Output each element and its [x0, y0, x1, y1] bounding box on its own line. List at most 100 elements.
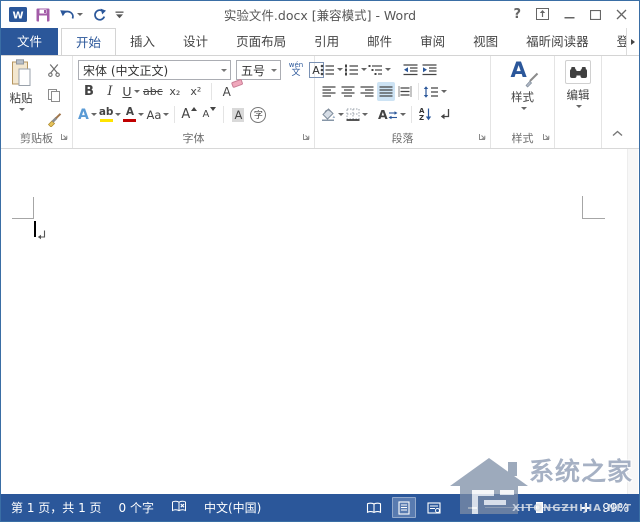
italic-button[interactable]: I — [101, 82, 119, 101]
undo-dropdown-arrow[interactable] — [77, 13, 83, 16]
bullets-button[interactable] — [320, 60, 343, 79]
character-shading-button[interactable]: A — [229, 105, 247, 124]
sort-z-label: Z — [419, 115, 424, 122]
distribute-button[interactable] — [396, 82, 414, 101]
decrease-indent-button[interactable] — [401, 60, 419, 79]
page-indicator[interactable]: 第 1 页，共 1 页 — [11, 499, 102, 516]
text-effects-button[interactable]: A — [78, 105, 97, 124]
change-case-label: Aa — [146, 108, 161, 122]
shading-button[interactable] — [320, 105, 344, 124]
bold-button[interactable]: B — [80, 82, 98, 101]
enclose-characters-button[interactable]: 字 — [249, 105, 267, 124]
print-layout-icon[interactable] — [392, 497, 416, 518]
zoom-out-icon[interactable] — [468, 507, 477, 509]
vertical-scrollbar[interactable] — [627, 149, 638, 494]
statusbar-right: 99% — [356, 497, 629, 518]
word-count[interactable]: 0 个字 — [119, 499, 154, 516]
read-mode-icon[interactable] — [362, 497, 386, 518]
cut-icon[interactable] — [45, 60, 63, 79]
line-spacing-button[interactable] — [423, 82, 447, 101]
clear-formatting-button[interactable]: A — [218, 82, 236, 101]
superscript-button[interactable]: x² — [187, 82, 205, 101]
customize-qat-icon[interactable] — [115, 11, 124, 19]
highlight-button[interactable]: ab — [99, 105, 122, 124]
font-size-combo[interactable]: 五号 — [236, 60, 281, 80]
paste-label: 粘贴 — [10, 90, 33, 106]
shrink-font-label: A — [202, 109, 209, 120]
copy-icon[interactable] — [45, 85, 63, 104]
pinyin-bottom-label: 文 — [291, 69, 300, 78]
asian-layout-button[interactable]: A — [378, 105, 406, 124]
phonetic-guide-button[interactable]: wén 文 — [287, 61, 305, 80]
shrink-font-button[interactable]: A — [200, 105, 218, 124]
tab-review[interactable]: 审阅 — [406, 28, 459, 56]
zoom-percentage[interactable]: 99% — [599, 501, 629, 515]
editing-button[interactable]: 编辑 — [555, 60, 601, 108]
styles-button[interactable]: A 样式 — [491, 60, 554, 110]
tab-overflow-button[interactable] — [626, 28, 639, 56]
maximize-icon[interactable] — [590, 5, 601, 24]
styles-dialog-launcher-icon[interactable] — [542, 130, 551, 144]
zoom-in-icon[interactable] — [581, 503, 590, 512]
proofing-status-icon[interactable] — [171, 500, 187, 516]
ribbon-display-options-icon[interactable] — [536, 5, 549, 24]
increase-indent-button[interactable] — [420, 60, 438, 79]
asian-layout-label: A — [378, 107, 388, 122]
zoom-slider[interactable] — [485, 507, 573, 508]
justify-button[interactable] — [377, 82, 395, 101]
web-layout-icon[interactable] — [422, 497, 446, 518]
multilevel-list-button[interactable] — [368, 60, 391, 79]
numbering-button[interactable] — [344, 60, 367, 79]
document-area[interactable] — [1, 149, 639, 494]
tab-design[interactable]: 设计 — [169, 28, 222, 56]
underline-dropdown-arrow — [134, 90, 140, 93]
show-hide-marks-button[interactable] — [437, 105, 455, 124]
font-name-dropdown-arrow — [221, 69, 227, 72]
subscript-button[interactable]: x₂ — [166, 82, 184, 101]
editing-dropdown-arrow — [576, 105, 582, 108]
font-color-bar — [123, 119, 136, 123]
word-app-icon[interactable]: W — [9, 7, 27, 22]
shading-bucket-icon — [320, 108, 336, 121]
format-painter-icon[interactable] — [45, 110, 63, 129]
strikethrough-button[interactable]: abc — [143, 82, 163, 101]
font-name-combo[interactable]: 宋体 (中文正文) — [78, 60, 231, 80]
change-case-button[interactable]: Aa — [146, 105, 169, 124]
align-left-icon — [322, 86, 336, 97]
align-left-button[interactable] — [320, 82, 338, 101]
minimize-icon[interactable] — [564, 5, 575, 24]
help-icon[interactable]: ? — [513, 7, 521, 22]
borders-button[interactable] — [346, 105, 368, 124]
align-right-button[interactable] — [358, 82, 376, 101]
enclose-characters-label: 字 — [250, 107, 266, 123]
line-spacing-dropdown-arrow — [441, 90, 447, 93]
borders-dropdown-arrow — [362, 113, 368, 116]
clipboard-dialog-launcher-icon[interactable] — [60, 130, 69, 144]
sort-button[interactable]: AZ — [417, 105, 435, 124]
save-icon[interactable] — [36, 8, 50, 22]
tab-references[interactable]: 引用 — [300, 28, 353, 56]
close-icon[interactable] — [616, 5, 627, 24]
paste-dropdown-arrow — [19, 108, 25, 111]
tab-page-layout[interactable]: 页面布局 — [222, 28, 300, 56]
tab-insert[interactable]: 插入 — [116, 28, 169, 56]
tab-home[interactable]: 开始 — [61, 28, 116, 56]
font-dialog-launcher-icon[interactable] — [302, 130, 311, 144]
tab-file[interactable]: 文件 — [1, 28, 58, 56]
overflow-arrow-icon — [631, 39, 635, 45]
underline-button[interactable]: U — [122, 82, 140, 101]
tab-mailings[interactable]: 邮件 — [353, 28, 406, 56]
tab-view[interactable]: 视图 — [459, 28, 512, 56]
paragraph-mark-icon — [440, 108, 452, 121]
collapse-ribbon-icon[interactable] — [612, 126, 623, 140]
paste-button[interactable]: 粘贴 — [4, 59, 38, 111]
tab-foxit-reader[interactable]: 福昕阅读器 — [512, 28, 603, 56]
align-center-button[interactable] — [339, 82, 357, 101]
undo-icon[interactable] — [59, 8, 83, 21]
zoom-slider-thumb[interactable] — [536, 502, 543, 513]
grow-font-button[interactable]: A — [180, 105, 198, 124]
redo-icon[interactable] — [92, 8, 106, 22]
language-indicator[interactable]: 中文(中国) — [204, 499, 261, 516]
font-color-button[interactable]: A — [123, 105, 144, 124]
paragraph-dialog-launcher-icon[interactable] — [478, 130, 487, 144]
